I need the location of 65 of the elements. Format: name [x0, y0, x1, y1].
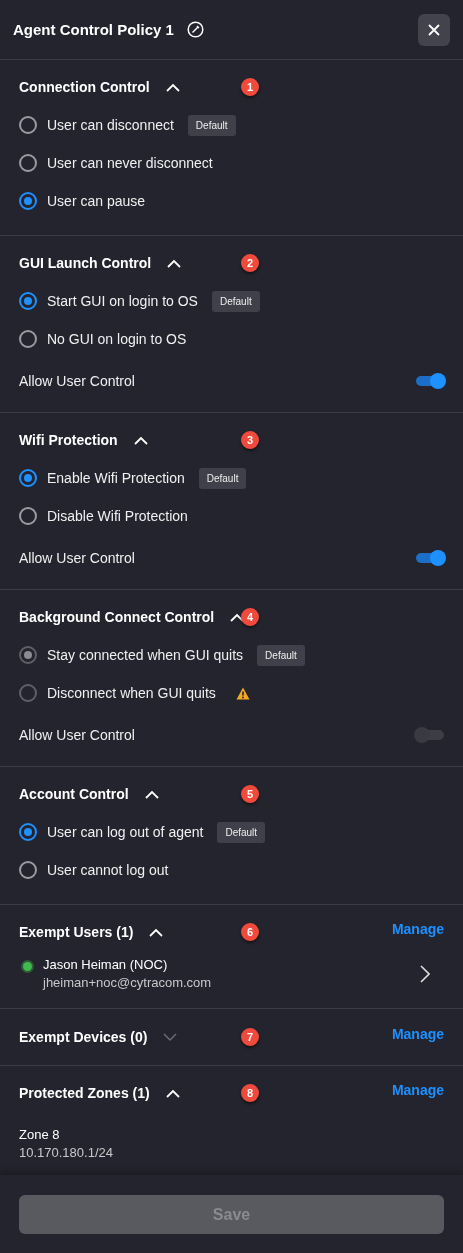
close-button[interactable]: [418, 13, 450, 46]
option-label: User can pause: [47, 193, 146, 209]
section-title: Exempt Users (1): [19, 924, 134, 940]
chevron-right-icon[interactable]: [420, 964, 430, 983]
chevron-down-icon[interactable]: [163, 1032, 178, 1042]
number-badge: 1: [241, 78, 259, 96]
section-title: Wifi Protection: [19, 432, 118, 448]
radio-button[interactable]: [19, 507, 37, 525]
radio-button[interactable]: [19, 469, 37, 487]
radio-button[interactable]: [19, 861, 37, 879]
chevron-up-icon[interactable]: [165, 1088, 180, 1098]
option-label: User cannot log out: [47, 862, 169, 878]
option-label: Disconnect when GUI quits: [47, 685, 216, 701]
option-label: Start GUI on login to OS: [47, 293, 198, 309]
section-title: Protected Zones (1): [19, 1085, 150, 1101]
toggle-label: Allow User Control: [19, 550, 135, 566]
section-title: Connection Control: [19, 79, 150, 95]
close-icon: [428, 23, 440, 36]
default-tag: Default: [198, 467, 247, 489]
manage-link[interactable]: Manage: [391, 1082, 444, 1098]
section-title: GUI Launch Control: [19, 255, 152, 271]
radio-button[interactable]: [19, 116, 37, 134]
default-tag: Default: [217, 821, 266, 843]
manage-link[interactable]: Manage: [391, 921, 444, 937]
option-label: User can log out of agent: [47, 824, 204, 840]
option-label: Enable Wifi Protection: [47, 470, 185, 486]
number-badge: 8: [241, 1084, 259, 1102]
radio-button[interactable]: [19, 192, 37, 210]
option-label: User can disconnect: [47, 117, 174, 133]
number-badge: 4: [241, 608, 259, 626]
user-name: Jason Heiman (NOC): [43, 957, 169, 972]
toggle-switch[interactable]: [416, 376, 444, 386]
chevron-up-icon[interactable]: [144, 789, 159, 799]
number-badge: 5: [241, 785, 259, 803]
section-title: Background Connect Control: [19, 609, 215, 625]
panel-title: Agent Control Policy 1: [13, 21, 174, 38]
chevron-up-icon[interactable]: [167, 258, 182, 268]
chevron-up-icon[interactable]: [133, 435, 148, 445]
number-badge: 2: [241, 254, 259, 272]
user-email: jheiman+noc@cytracom.com: [43, 975, 212, 990]
number-badge: 3: [241, 431, 259, 449]
toggle-label: Allow User Control: [19, 373, 135, 389]
section-title: Exempt Devices (0): [19, 1029, 148, 1045]
manage-link[interactable]: Manage: [391, 1026, 444, 1042]
section-title: Account Control: [19, 786, 129, 802]
number-badge: 6: [241, 923, 259, 941]
zone-name: Zone 8: [19, 1127, 61, 1142]
option-label: User can never disconnect: [47, 155, 213, 171]
toggle-label: Allow User Control: [19, 727, 135, 743]
radio-button[interactable]: [19, 823, 37, 841]
radio-button[interactable]: [19, 330, 37, 348]
chevron-up-icon[interactable]: [149, 927, 164, 937]
toggle-switch[interactable]: [416, 553, 444, 563]
option-label: No GUI on login to OS: [47, 331, 187, 347]
option-label: Stay connected when GUI quits: [47, 647, 244, 663]
default-tag: Default: [257, 644, 305, 666]
chevron-up-icon[interactable]: [165, 82, 180, 92]
default-tag: Default: [187, 114, 236, 136]
radio-button[interactable]: [19, 154, 37, 172]
option-label: Disable Wifi Protection: [47, 508, 188, 524]
zone-subnet: 10.170.180.1/24: [19, 1145, 114, 1160]
number-badge: 7: [241, 1028, 259, 1046]
radio-button[interactable]: [19, 292, 37, 310]
default-tag: Default: [211, 290, 260, 312]
edit-icon[interactable]: [186, 21, 204, 38]
